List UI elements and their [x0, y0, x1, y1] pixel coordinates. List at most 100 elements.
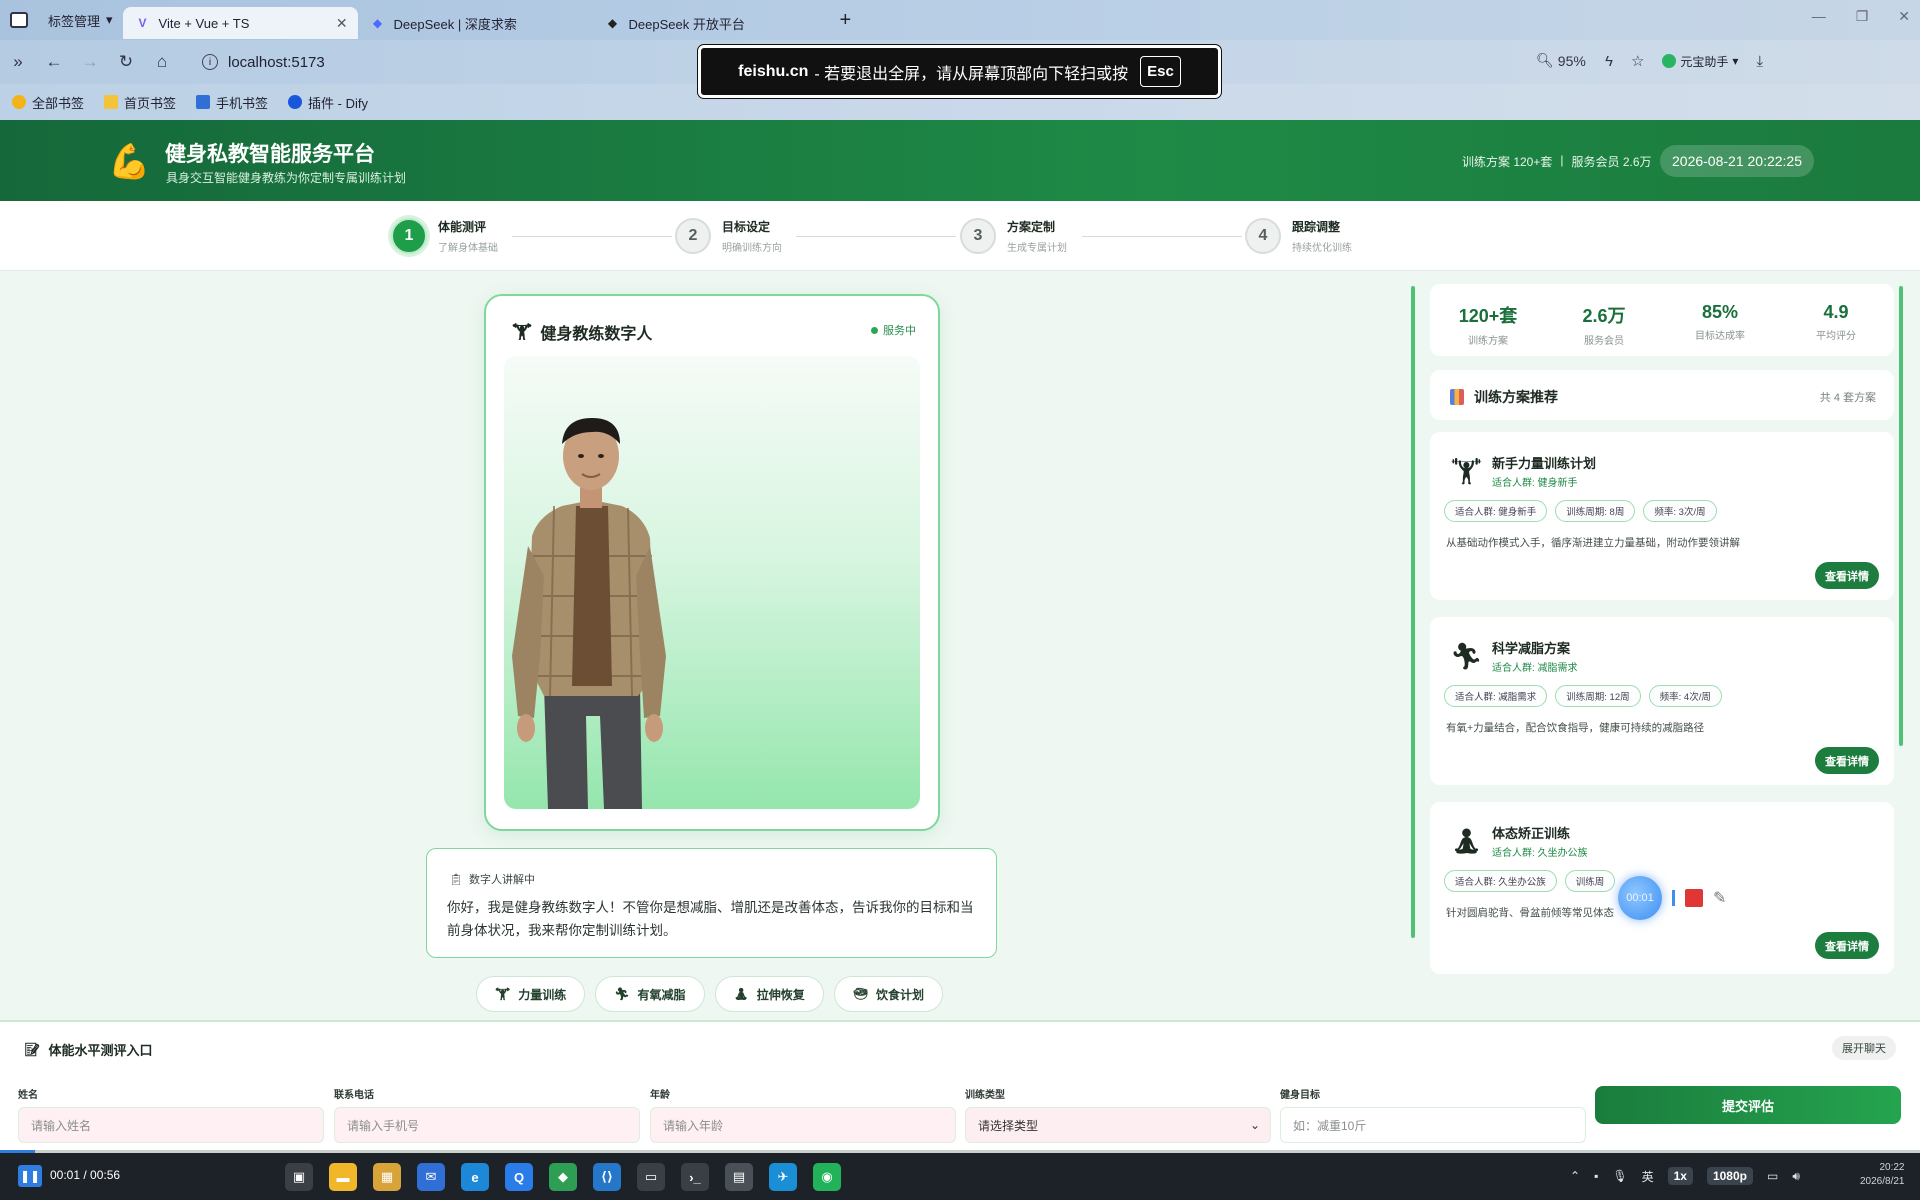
- tab-deepseek-platform[interactable]: ◆ DeepSeek 开放平台: [593, 7, 828, 39]
- task-view-icon[interactable]: ▣: [285, 1163, 313, 1191]
- dumbbell-icon: 🏋︎: [1450, 456, 1484, 486]
- chevron-down-icon: ▾: [106, 12, 113, 27]
- playback-speed[interactable]: 1x: [1667, 1167, 1693, 1185]
- display-icon[interactable]: ▭: [1767, 1169, 1778, 1183]
- edge-icon[interactable]: e: [461, 1163, 489, 1191]
- field-label: 健身目标: [1280, 1090, 1320, 1101]
- goal-input[interactable]: 如：减重10斤: [1280, 1107, 1586, 1143]
- tab-group-manager[interactable]: 标签管理 ▾: [38, 5, 123, 35]
- tray-app-icon[interactable]: ▪: [1594, 1169, 1598, 1183]
- name-input[interactable]: 请输入姓名: [18, 1107, 324, 1143]
- stop-icon[interactable]: [1685, 889, 1703, 907]
- folder-icon: [104, 95, 119, 109]
- stat-rating: 4.9 平均评分: [1778, 284, 1894, 356]
- store-icon[interactable]: ▦: [373, 1163, 401, 1191]
- browser-menu-button[interactable]: [0, 0, 38, 40]
- assistant-button[interactable]: 元宝助手 ▾: [1662, 53, 1738, 70]
- home-icon[interactable]: ⌂: [144, 52, 180, 72]
- bookmark-home[interactable]: 首页书签: [104, 93, 176, 112]
- lightning-icon[interactable]: ϟ: [1605, 53, 1613, 70]
- bookmark-label: 手机书签: [216, 95, 269, 111]
- esc-key[interactable]: Esc: [1140, 56, 1181, 87]
- quick-diet[interactable]: 🥗︎ 饮食计划: [833, 976, 943, 1012]
- expand-chat-button[interactable]: 展开聊天: [1832, 1036, 1896, 1060]
- training-type-field: 训练类型 请选择类型 ⌄: [965, 1086, 1271, 1143]
- bookmark-mobile[interactable]: 手机书签: [196, 93, 268, 112]
- step-tracking[interactable]: 4 跟踪调整 持续优化训练: [1245, 218, 1352, 254]
- close-window-icon[interactable]: ✕: [1898, 8, 1910, 25]
- quick-stretch[interactable]: 🧘︎ 拉伸恢复: [714, 976, 824, 1012]
- sidebar-toggle-icon[interactable]: »: [0, 52, 36, 72]
- assessment-title: 体能水平测评入口: [48, 1043, 153, 1058]
- forward-icon[interactable]: →: [72, 52, 108, 72]
- pen-icon[interactable]: ✎: [1713, 888, 1726, 908]
- clock-date: 2026/8/21: [1860, 1176, 1905, 1187]
- console-icon[interactable]: ›_: [681, 1163, 709, 1191]
- step-goal[interactable]: 2 目标设定 明确训练方向: [675, 218, 782, 254]
- terminal-icon[interactable]: ▭: [637, 1163, 665, 1191]
- plan-tag: 适合人群: 健身新手: [1444, 500, 1548, 522]
- tab-deepseek[interactable]: ◆ DeepSeek | 深度求索: [358, 7, 593, 39]
- chevron-up-icon[interactable]: ⌃: [1570, 1169, 1580, 1183]
- feishu-icon[interactable]: ✈: [769, 1163, 797, 1191]
- tab-vite[interactable]: V Vite + Vue + TS ✕: [122, 7, 358, 39]
- file-explorer-icon[interactable]: ▬: [329, 1163, 357, 1191]
- goal-field: 健身目标 如：减重10斤: [1280, 1086, 1586, 1143]
- step-title: 方案定制: [1007, 220, 1056, 234]
- quick-cardio[interactable]: 🏃︎ 有氧减脂: [595, 976, 705, 1012]
- age-input[interactable]: 请输入年龄: [650, 1107, 956, 1143]
- step-assessment[interactable]: 1 体能测评 了解身体基础: [391, 218, 498, 254]
- app-subtitle: 具身交互智能健身教练为你定制专属训练计划: [166, 171, 407, 185]
- minimize-icon[interactable]: —: [1812, 8, 1826, 25]
- view-details-button[interactable]: 查看详情: [1815, 562, 1879, 589]
- scrollbar[interactable]: [1899, 286, 1903, 746]
- field-label: 联系电话: [334, 1090, 374, 1101]
- reload-icon[interactable]: ↻: [108, 52, 144, 72]
- mail-icon[interactable]: ✉: [417, 1163, 445, 1191]
- view-details-button[interactable]: 查看详情: [1815, 932, 1879, 959]
- bookmark-dify[interactable]: 插件 - Dify: [288, 93, 368, 112]
- scrollbar[interactable]: [1411, 286, 1415, 938]
- maximize-icon[interactable]: ❐: [1856, 8, 1869, 25]
- step-plan[interactable]: 3 方案定制 生成专属计划: [960, 218, 1067, 254]
- assessment-header: 📝︎ 体能水平测评入口: [24, 1040, 153, 1059]
- stat-label: 服务会员: [1584, 336, 1624, 347]
- close-icon[interactable]: ✕: [336, 15, 348, 32]
- folder-icon[interactable]: ▤: [725, 1163, 753, 1191]
- volume-icon[interactable]: 🔊︎: [1792, 1169, 1800, 1184]
- step-desc: 生成专属计划: [1007, 243, 1067, 254]
- ime-indicator[interactable]: 英: [1642, 1168, 1654, 1185]
- assistant-icon: [1662, 54, 1677, 68]
- site-info-icon[interactable]: i: [202, 54, 218, 70]
- submit-assessment-button[interactable]: 提交评估: [1595, 1086, 1901, 1124]
- digital-human-stage[interactable]: [504, 356, 920, 809]
- download-icon[interactable]: ⤓: [1756, 53, 1763, 70]
- recording-timer[interactable]: 00:01: [1618, 876, 1662, 920]
- browser-icon[interactable]: Q: [505, 1163, 533, 1191]
- app-icon[interactable]: ◆: [549, 1163, 577, 1191]
- yoga-icon: 🧘︎: [733, 987, 749, 1001]
- quick-strength[interactable]: 🏋︎ 力量训练: [476, 976, 586, 1012]
- fullscreen-toast: feishu.cn - 若要退出全屏，请从屏幕顶部向下轻扫或按 Esc: [697, 44, 1222, 99]
- microphone-icon[interactable]: 🎙︎: [1612, 1169, 1627, 1183]
- video-quality[interactable]: 1080p: [1706, 1167, 1753, 1185]
- training-type-select[interactable]: 请选择类型 ⌄: [965, 1107, 1271, 1143]
- new-tab-button[interactable]: +: [840, 9, 852, 32]
- star-icon[interactable]: ☆: [1631, 52, 1644, 70]
- back-icon[interactable]: ←: [36, 52, 72, 72]
- plan-desc: 有氧+力量结合，配合饮食指导，健康可持续的减脂路径: [1446, 722, 1705, 734]
- wechat-icon[interactable]: ◉: [813, 1163, 841, 1191]
- vscode-icon[interactable]: ⟨⟩: [593, 1163, 621, 1191]
- system-clock[interactable]: 20:22 2026/8/21: [1860, 1161, 1905, 1189]
- app-header: 💪 健身私教智能服务平台 具身交互智能健身教练为你定制专属训练计划 训练方案 1…: [0, 120, 1920, 201]
- zoom-indicator[interactable]: 🔍︎ 95%: [1536, 52, 1586, 69]
- pause-icon[interactable]: ❚❚: [18, 1165, 42, 1187]
- digital-human-card: 🏋︎ 健身教练数字人 服务中: [484, 294, 940, 831]
- view-details-button[interactable]: 查看详情: [1815, 747, 1879, 774]
- plan-tag: 训练周: [1564, 870, 1616, 892]
- chevron-down-icon: ⌄: [1249, 1118, 1260, 1132]
- phone-input[interactable]: 请输入手机号: [334, 1107, 640, 1143]
- bookmark-all[interactable]: 全部书签: [12, 93, 84, 112]
- clipboard-icon: 📋︎: [449, 873, 463, 886]
- pause-icon[interactable]: [1672, 890, 1675, 906]
